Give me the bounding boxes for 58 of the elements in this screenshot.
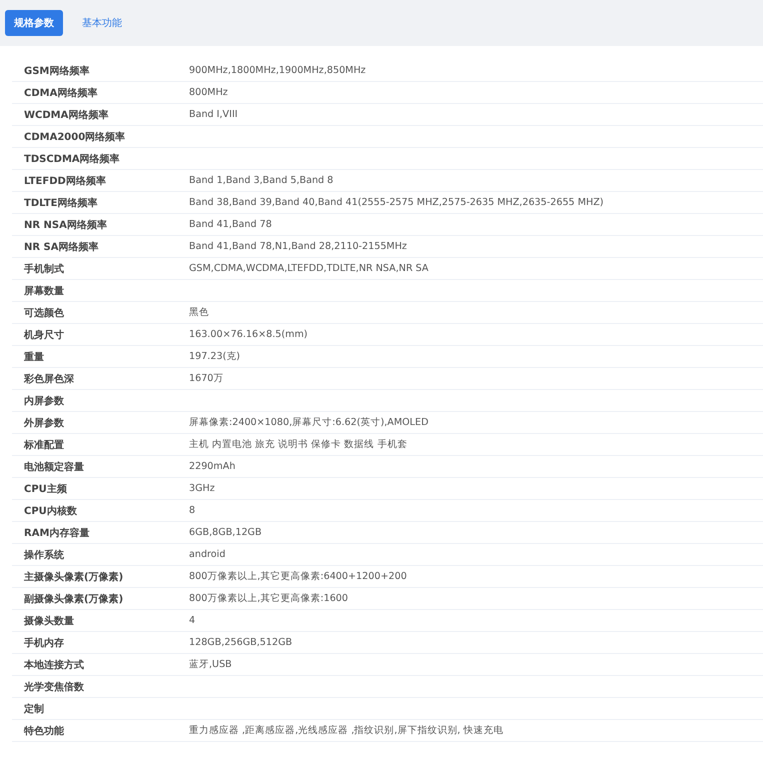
spec-value: Band 1,Band 3,Band 5,Band 8 xyxy=(189,175,334,186)
spec-label: CDMA网络频率 xyxy=(23,86,98,100)
spec-label: CPU主频 xyxy=(23,482,68,496)
spec-value: 重力感应器 ,距离感应器,光线感应器 ,指纹识别,屏下指纹识别, 快速充电 xyxy=(189,724,504,737)
tab[interactable]: 规格参数 xyxy=(5,10,63,36)
spec-label: 副摄像头像素(万像素) xyxy=(23,592,124,606)
spec-value: 900MHz,1800MHz,1900MHz,850MHz xyxy=(189,65,367,76)
spec-label: 可选颜色 xyxy=(23,306,65,320)
spec-value: 800万像素以上,其它更高像素:1600 xyxy=(189,592,350,605)
spec-value: 128GB,256GB,512GB xyxy=(189,637,294,648)
spec-label: 特色功能 xyxy=(22,724,65,738)
spec-value: 3GHz xyxy=(189,483,216,494)
spec-value: 屏幕像素:2400×1080,屏幕尺寸:6.62(英寸),AMOLED xyxy=(189,416,430,429)
spec-value: 蓝牙,USB xyxy=(189,658,233,671)
spec-value: Band 41,Band 78,N1,Band 28,2110-2155MHz xyxy=(189,241,408,252)
spec-label: CPU内核数 xyxy=(23,504,78,518)
spec-label: 主摄像头像素(万像素) xyxy=(23,570,124,584)
spec-label: 屏幕数量 xyxy=(23,284,65,298)
spec-label: RAM内存容量 xyxy=(23,526,90,540)
spec-label: TDLTE网络频率 xyxy=(23,196,98,210)
spec-value: 4 xyxy=(189,615,196,626)
spec-label: 重量 xyxy=(23,350,45,364)
spec-label: WCDMA网络频率 xyxy=(23,108,110,122)
spec-value: 黑色 xyxy=(189,306,210,319)
spec-value: 163.00×76.16×8.5(mm) xyxy=(189,329,309,340)
spec-value: 197.23(克) xyxy=(189,350,242,363)
spec-value: Band 41,Band 78 xyxy=(189,219,273,230)
spec-label: LTEFDD网络频率 xyxy=(23,174,107,188)
spec-label: 光学变焦倍数 xyxy=(22,680,85,694)
spec-value: Band Ⅰ,VIII xyxy=(189,109,239,120)
spec-label: 彩色屏色深 xyxy=(22,372,75,386)
spec-value: 6GB,8GB,12GB xyxy=(189,527,263,538)
spec-value: 主机 内置电池 旅充 说明书 保修卡 数据线 手机套 xyxy=(189,438,408,451)
spec-label: GSM网络频率 xyxy=(23,64,90,78)
tab[interactable]: 基本功能 xyxy=(73,10,131,36)
spec-value: Band 38,Band 39,Band 40,Band 41(2555-2575 MHZ,2575-2635 MHZ,2635-2655 MHZ) xyxy=(189,197,605,208)
spec-value: 800MHz xyxy=(189,87,229,98)
spec-label: 内屏参数 xyxy=(23,394,65,408)
spec-label: NR SA网络频率 xyxy=(23,240,100,254)
spec-label: 本地连接方式 xyxy=(22,658,85,672)
spec-label: 摄像头数量 xyxy=(22,614,75,628)
spec-label: 操作系统 xyxy=(22,548,65,562)
spec-label: 电池额定容量 xyxy=(23,460,85,474)
spec-value: 1670万 xyxy=(189,372,224,385)
spec-label: 手机内存 xyxy=(23,636,65,650)
spec-label: TDSCDMA网络频率 xyxy=(23,152,121,166)
spec-label: NR NSA网络频率 xyxy=(23,218,108,232)
spec-value: 8 xyxy=(189,505,196,516)
spec-label: 标准配置 xyxy=(22,438,65,452)
spec-value: 800万像素以上,其它更高像素:6400+1200+200 xyxy=(189,570,408,583)
spec-value: 2290mAh xyxy=(189,461,236,472)
spec-label: 机身尺寸 xyxy=(22,328,65,342)
spec-value: GSM,CDMA,WCDMA,LTEFDD,TDLTE,NR NSA,NR SA xyxy=(189,263,430,274)
spec-label: 外屏参数 xyxy=(22,416,65,430)
spec-label: 手机制式 xyxy=(23,262,65,276)
spec-label: 定制 xyxy=(22,702,45,716)
spec-value: android xyxy=(189,549,226,560)
spec-label: CDMA2000网络频率 xyxy=(23,130,126,144)
